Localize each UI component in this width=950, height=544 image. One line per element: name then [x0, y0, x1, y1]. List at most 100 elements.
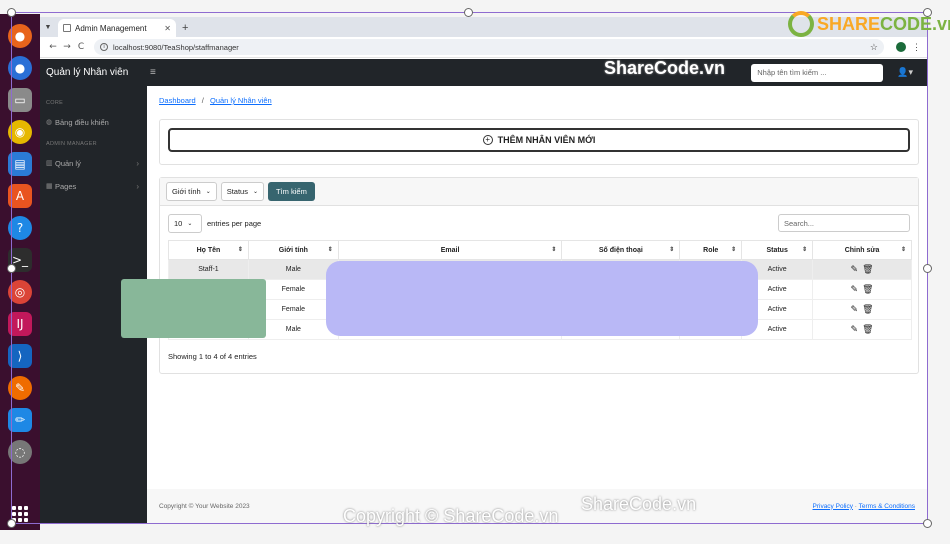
cell-actions: ✎ 🗑	[812, 259, 912, 280]
search-button[interactable]: Tìm kiếm	[268, 182, 315, 201]
thunderbird-icon[interactable]: ●	[8, 56, 32, 80]
breadcrumb: Dashboard / Quản lý Nhân viên	[159, 96, 272, 105]
column-header-status[interactable]: Status ⇕	[741, 240, 814, 260]
resize-handle[interactable]	[923, 264, 932, 273]
close-tab-icon[interactable]: ✕	[164, 24, 171, 33]
site-info-icon[interactable]: i	[100, 43, 108, 51]
top-navbar: Quản lý Nhân viên ≡ Nhập tên tìm kiếm ..…	[40, 59, 927, 86]
sidebar-item-label: Pages	[55, 181, 77, 191]
plus-circle-icon: +	[482, 135, 493, 145]
privacy-link[interactable]: Privacy Policy	[813, 503, 853, 510]
files-icon[interactable]: ▭	[8, 88, 32, 112]
trash-icon[interactable]: 🗑	[862, 285, 873, 295]
reload-button[interactable]: C	[74, 42, 88, 52]
sort-icon: ⇕	[327, 247, 333, 253]
page-size-value: 10	[174, 219, 183, 228]
edit-icon[interactable]: ✎	[851, 325, 859, 335]
ubuntu-dock: ● ● ▭ ◉ ▤ A ? >_ ◎ IJ ⟩ ✎ ✏ ◌	[0, 14, 40, 530]
trash-icon[interactable]: 🗑	[862, 265, 873, 275]
text-editor-icon[interactable]: ✏	[8, 408, 32, 432]
column-header-phone[interactable]: Số điện thoại ⇕	[561, 240, 681, 260]
sidebar-item-label: Quản lý	[55, 158, 81, 168]
cell-actions: ✎ 🗑	[812, 319, 912, 340]
sort-icon: ⇕	[669, 247, 675, 253]
help-icon[interactable]: ?	[8, 216, 32, 240]
gender-select-value: Giới tính	[172, 187, 201, 196]
software-center-icon[interactable]: A	[8, 184, 32, 208]
user-menu-icon[interactable]: 👤▾	[897, 67, 913, 78]
edit-icon[interactable]: ✎	[851, 265, 859, 275]
intellij-icon[interactable]: IJ	[8, 312, 32, 336]
column-header-role[interactable]: Role ⇕	[679, 240, 743, 260]
sidebar-heading-core: CORE	[46, 100, 64, 106]
resize-handle[interactable]	[923, 519, 932, 528]
column-header-email[interactable]: Email ⇕	[337, 240, 563, 260]
chevron-right-icon: ›	[136, 158, 139, 168]
url-text: localhost:9080/TeaShop/staffmanager	[113, 42, 239, 52]
address-bar[interactable]: i localhost:9080/TeaShop/staffmanager ☆	[94, 39, 884, 55]
status-select[interactable]: Status ⌄	[220, 182, 265, 201]
edit-icon[interactable]: ✎	[851, 285, 859, 295]
firefox-icon[interactable]: ●	[8, 24, 32, 48]
profile-avatar[interactable]	[896, 42, 906, 52]
sidebar-item-label: Bảng điều khiển	[55, 117, 109, 127]
sort-icon: ⇕	[237, 247, 243, 253]
resize-handle[interactable]	[7, 264, 16, 273]
entries-per-page: 10 ⌄ entries per page	[168, 214, 261, 233]
back-button[interactable]: ←	[46, 42, 60, 52]
sidebar-item-manage[interactable]: ▥ Quản lý ›	[40, 153, 147, 173]
page-icon	[63, 24, 71, 32]
redaction-block	[326, 261, 758, 336]
breadcrumb-dashboard-link[interactable]: Dashboard	[159, 96, 196, 105]
vscode-icon[interactable]: ⟩	[8, 344, 32, 368]
page-size-select[interactable]: 10 ⌄	[168, 214, 202, 233]
breadcrumb-separator: /	[201, 96, 204, 105]
bookmark-star-icon[interactable]: ☆	[870, 42, 878, 53]
entries-label: entries per page	[207, 219, 262, 228]
resize-handle[interactable]	[7, 8, 16, 17]
redaction-block	[121, 279, 266, 338]
watermark-copyright: Copyright © ShareCode.vn	[343, 506, 559, 526]
footer-links: Privacy Policy · Terms & Conditions	[813, 503, 916, 510]
table-header-row: Họ Tên ⇕ Giới tính ⇕ Email ⇕ Số điện thoại ⇕…	[168, 240, 912, 260]
resize-handle[interactable]	[464, 8, 473, 17]
book-icon: ▦	[46, 183, 53, 190]
sharecode-logo-icon	[788, 11, 814, 37]
tab-admin-management[interactable]: Admin Management ✕	[58, 19, 176, 37]
navbar-brand[interactable]: Quản lý Nhân viên	[46, 67, 146, 78]
sidebar-toggle-icon[interactable]: ≡	[150, 67, 156, 78]
sidebar-item-dashboard[interactable]: ◍ Bảng điều khiển	[40, 112, 147, 132]
column-header-edit[interactable]: Chỉnh sửa ⇕	[812, 240, 912, 260]
chevron-down-icon: ⌄	[252, 189, 259, 195]
add-staff-button[interactable]: + THÊM NHÂN VIÊN MỚI	[168, 128, 910, 152]
chrome-icon[interactable]: ◎	[8, 280, 32, 304]
column-header-name[interactable]: Họ Tên ⇕	[168, 240, 249, 260]
tab-search-icon[interactable]: ▼	[42, 20, 54, 34]
sharecode-logo: SHARECODE.vn	[788, 11, 950, 37]
trash-icon[interactable]: 🗑	[862, 325, 873, 335]
tab-title: Admin Management	[75, 23, 147, 33]
cell-name: Staff-1	[168, 259, 249, 280]
edit-icon[interactable]: ✎	[851, 305, 859, 315]
browser-menu-icon[interactable]: ⋮	[912, 42, 921, 53]
status-select-value: Status	[226, 187, 248, 196]
sort-icon: ⇕	[731, 247, 737, 253]
table-search-input[interactable]: Search...	[778, 214, 910, 232]
disk-icon[interactable]: ◌	[8, 440, 32, 464]
filter-bar: Giới tính ⌄ Status ⌄ Tìm kiếm	[160, 178, 918, 206]
breadcrumb-current[interactable]: Quản lý Nhân viên	[210, 96, 272, 105]
new-tab-button[interactable]: +	[182, 22, 188, 34]
rhythmbox-icon[interactable]: ◉	[8, 120, 32, 144]
postman-icon[interactable]: ✎	[8, 376, 32, 400]
columns-icon: ▥	[46, 160, 53, 167]
writer-icon[interactable]: ▤	[8, 152, 32, 176]
forward-button[interactable]: →	[60, 42, 74, 52]
gender-select[interactable]: Giới tính ⌄	[166, 182, 217, 201]
column-header-gender[interactable]: Giới tính ⇕	[247, 240, 339, 260]
sidebar-item-pages[interactable]: ▦ Pages ›	[40, 176, 147, 196]
terms-link[interactable]: Terms & Conditions	[859, 503, 915, 510]
navbar-search-input[interactable]: Nhập tên tìm kiếm ...	[751, 63, 884, 82]
trash-icon[interactable]: 🗑	[862, 305, 873, 315]
sort-icon: ⇕	[900, 247, 906, 253]
resize-handle[interactable]	[7, 519, 16, 528]
